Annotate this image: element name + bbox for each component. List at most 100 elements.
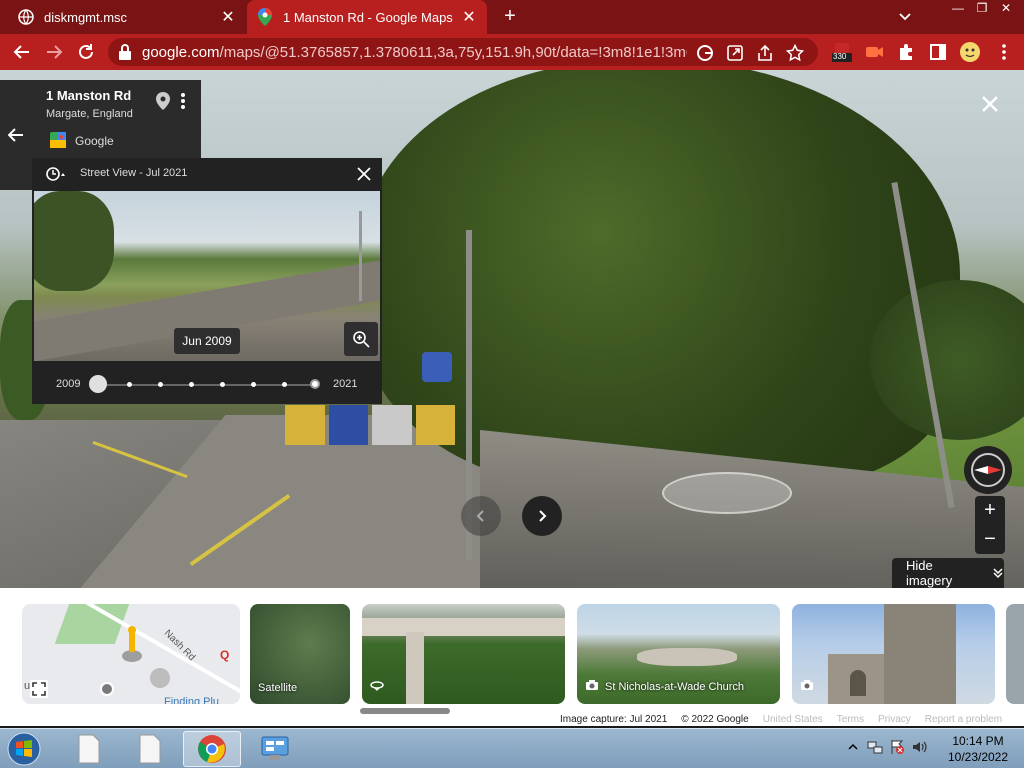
map-location-dot: [100, 682, 114, 696]
bookmark-star-icon[interactable]: [785, 43, 805, 62]
posters: [285, 405, 455, 445]
next-photo-button[interactable]: [522, 496, 562, 536]
navigation-arrow-marker[interactable]: [662, 472, 792, 514]
share-icon[interactable]: [756, 44, 774, 62]
volume-icon[interactable]: [911, 739, 927, 755]
previous-photo-button[interactable]: [461, 496, 501, 536]
network-icon[interactable]: [867, 739, 883, 755]
footer-link-report[interactable]: Report a problem: [925, 714, 1002, 728]
strip-scrollbar[interactable]: [360, 708, 450, 714]
forward-button[interactable]: [44, 42, 64, 62]
reload-button[interactable]: [76, 42, 96, 62]
tab-bar: diskmgmt.msc ✕ 1 Manston Rd - Google Map…: [0, 0, 1024, 34]
pegman-icon[interactable]: [122, 626, 142, 662]
timeline-stop[interactable]: [251, 382, 256, 387]
close-time-machine-icon[interactable]: [356, 166, 372, 182]
extensions-puzzle-icon[interactable]: [896, 42, 916, 62]
photo-card-360[interactable]: [362, 604, 565, 704]
zoom-out-button[interactable]: −: [975, 525, 1005, 554]
photo-card-partial[interactable]: [1006, 604, 1024, 704]
map-place-label: Q: [220, 648, 230, 662]
lamp-post: [359, 211, 362, 301]
zoom-preview-icon[interactable]: [344, 322, 378, 356]
camera-icon: [585, 679, 599, 694]
park-area: [54, 604, 130, 644]
profile-avatar[interactable]: [960, 42, 980, 62]
timeline-stop[interactable]: [220, 382, 225, 387]
railing-post: [406, 632, 424, 704]
tab-google-maps[interactable]: 1 Manston Rd - Google Maps ✕: [247, 0, 487, 34]
time-machine-panel: Street View - Jul 2021 Jun 2009 2009 202…: [32, 158, 382, 404]
photo-card-church[interactable]: St Nicholas-at-Wade Church: [577, 604, 780, 704]
url-text: google.com/maps/@51.3765857,1.3780611,3a…: [142, 43, 687, 61]
tab-diskmgmt[interactable]: diskmgmt.msc ✕: [8, 0, 246, 34]
zoom-controls: + −: [975, 496, 1005, 554]
restore-button[interactable]: ❐: [970, 1, 994, 17]
address-bar[interactable]: google.com/maps/@51.3765857,1.3780611,3a…: [108, 38, 818, 66]
timeline-stop[interactable]: [282, 382, 287, 387]
tab-close-icon[interactable]: ✕: [461, 7, 477, 27]
expand-map-icon[interactable]: [30, 680, 48, 698]
school-marker-icon[interactable]: [150, 668, 170, 688]
google-lens-icon[interactable]: [696, 44, 714, 62]
video-extension-icon[interactable]: [864, 42, 884, 62]
tab-title: diskmgmt.msc: [44, 9, 128, 25]
timeline-stop[interactable]: [127, 382, 132, 387]
extension-badge-icon[interactable]: 330: [832, 42, 852, 62]
timeline-stop[interactable]: [158, 382, 163, 387]
taskbar-file-icon[interactable]: [60, 731, 118, 767]
action-center-flag-icon[interactable]: [889, 739, 905, 755]
blue-bin: [422, 352, 452, 382]
location-pin-icon[interactable]: [156, 92, 170, 110]
hide-imagery-button[interactable]: Hide imagery: [892, 558, 1004, 588]
back-arrow-button[interactable]: [0, 80, 32, 190]
open-in-app-icon[interactable]: [726, 44, 744, 62]
imagery-source: Google: [75, 134, 114, 148]
globe-icon: [18, 9, 34, 25]
imagery-strip: Nash Rd Q use Finding Plu Satellite S: [0, 588, 1024, 726]
timeline-stop[interactable]: [189, 382, 194, 387]
street-view-canvas[interactable]: + − Hide imagery 1 Manston Rd Margate, E…: [0, 70, 1024, 588]
browser-menu-icon[interactable]: [994, 42, 1014, 62]
taskbar-clock[interactable]: 10:14 PM 10/23/2022: [938, 733, 1018, 765]
footer-link-terms[interactable]: Terms: [837, 714, 864, 728]
extension-badge-count: 330: [833, 52, 847, 61]
tab-search-chevron-icon[interactable]: [897, 8, 913, 24]
satellite-label: Satellite: [258, 682, 298, 694]
map-label: Finding Plu: [164, 696, 220, 704]
new-tab-button[interactable]: +: [500, 6, 520, 26]
timeline-end-marker[interactable]: [310, 379, 320, 389]
taskbar-file-icon[interactable]: [121, 731, 179, 767]
footer-link-region[interactable]: United States: [763, 714, 823, 728]
taskbar-computer-management-icon[interactable]: [246, 731, 304, 767]
compass-icon[interactable]: [964, 446, 1012, 494]
start-button[interactable]: [4, 730, 44, 768]
timeline-slider-handle[interactable]: [89, 375, 107, 393]
time-machine-title: Street View - Jul 2021: [80, 167, 188, 179]
close-street-view-icon[interactable]: [978, 92, 1002, 116]
tab-title: 1 Manston Rd - Google Maps: [283, 9, 453, 25]
minimap-card[interactable]: Nash Rd Q use Finding Plu: [22, 604, 240, 704]
tab-close-icon[interactable]: ✕: [220, 7, 236, 27]
footer-link-privacy[interactable]: Privacy: [878, 714, 911, 728]
maps-footer: Image capture: Jul 2021 © 2022 Google Un…: [560, 714, 1002, 728]
back-button[interactable]: [12, 42, 32, 62]
more-options-icon[interactable]: [178, 92, 188, 110]
show-hidden-icons-icon[interactable]: [845, 739, 861, 755]
history-clock-icon[interactable]: [46, 167, 66, 181]
taskbar-chrome-icon[interactable]: [183, 731, 241, 767]
close-window-button[interactable]: ✕: [994, 1, 1018, 17]
town-view: [637, 648, 737, 666]
system-tray: [845, 739, 927, 755]
clock-time: 10:14 PM: [952, 734, 1004, 748]
historical-preview-image[interactable]: Jun 2009: [34, 191, 380, 361]
photo-card-tower[interactable]: [792, 604, 995, 704]
satellite-card[interactable]: Satellite: [250, 604, 350, 704]
zoom-in-button[interactable]: +: [975, 496, 1005, 525]
side-panel-icon[interactable]: [928, 42, 948, 62]
google-maps-logo-icon: [50, 132, 66, 148]
place-name[interactable]: 1 Manston Rd: [46, 88, 131, 103]
hide-imagery-label: Hide imagery: [906, 558, 953, 588]
timeline-start-year: 2009: [56, 378, 81, 390]
minimize-button[interactable]: —: [946, 1, 970, 17]
